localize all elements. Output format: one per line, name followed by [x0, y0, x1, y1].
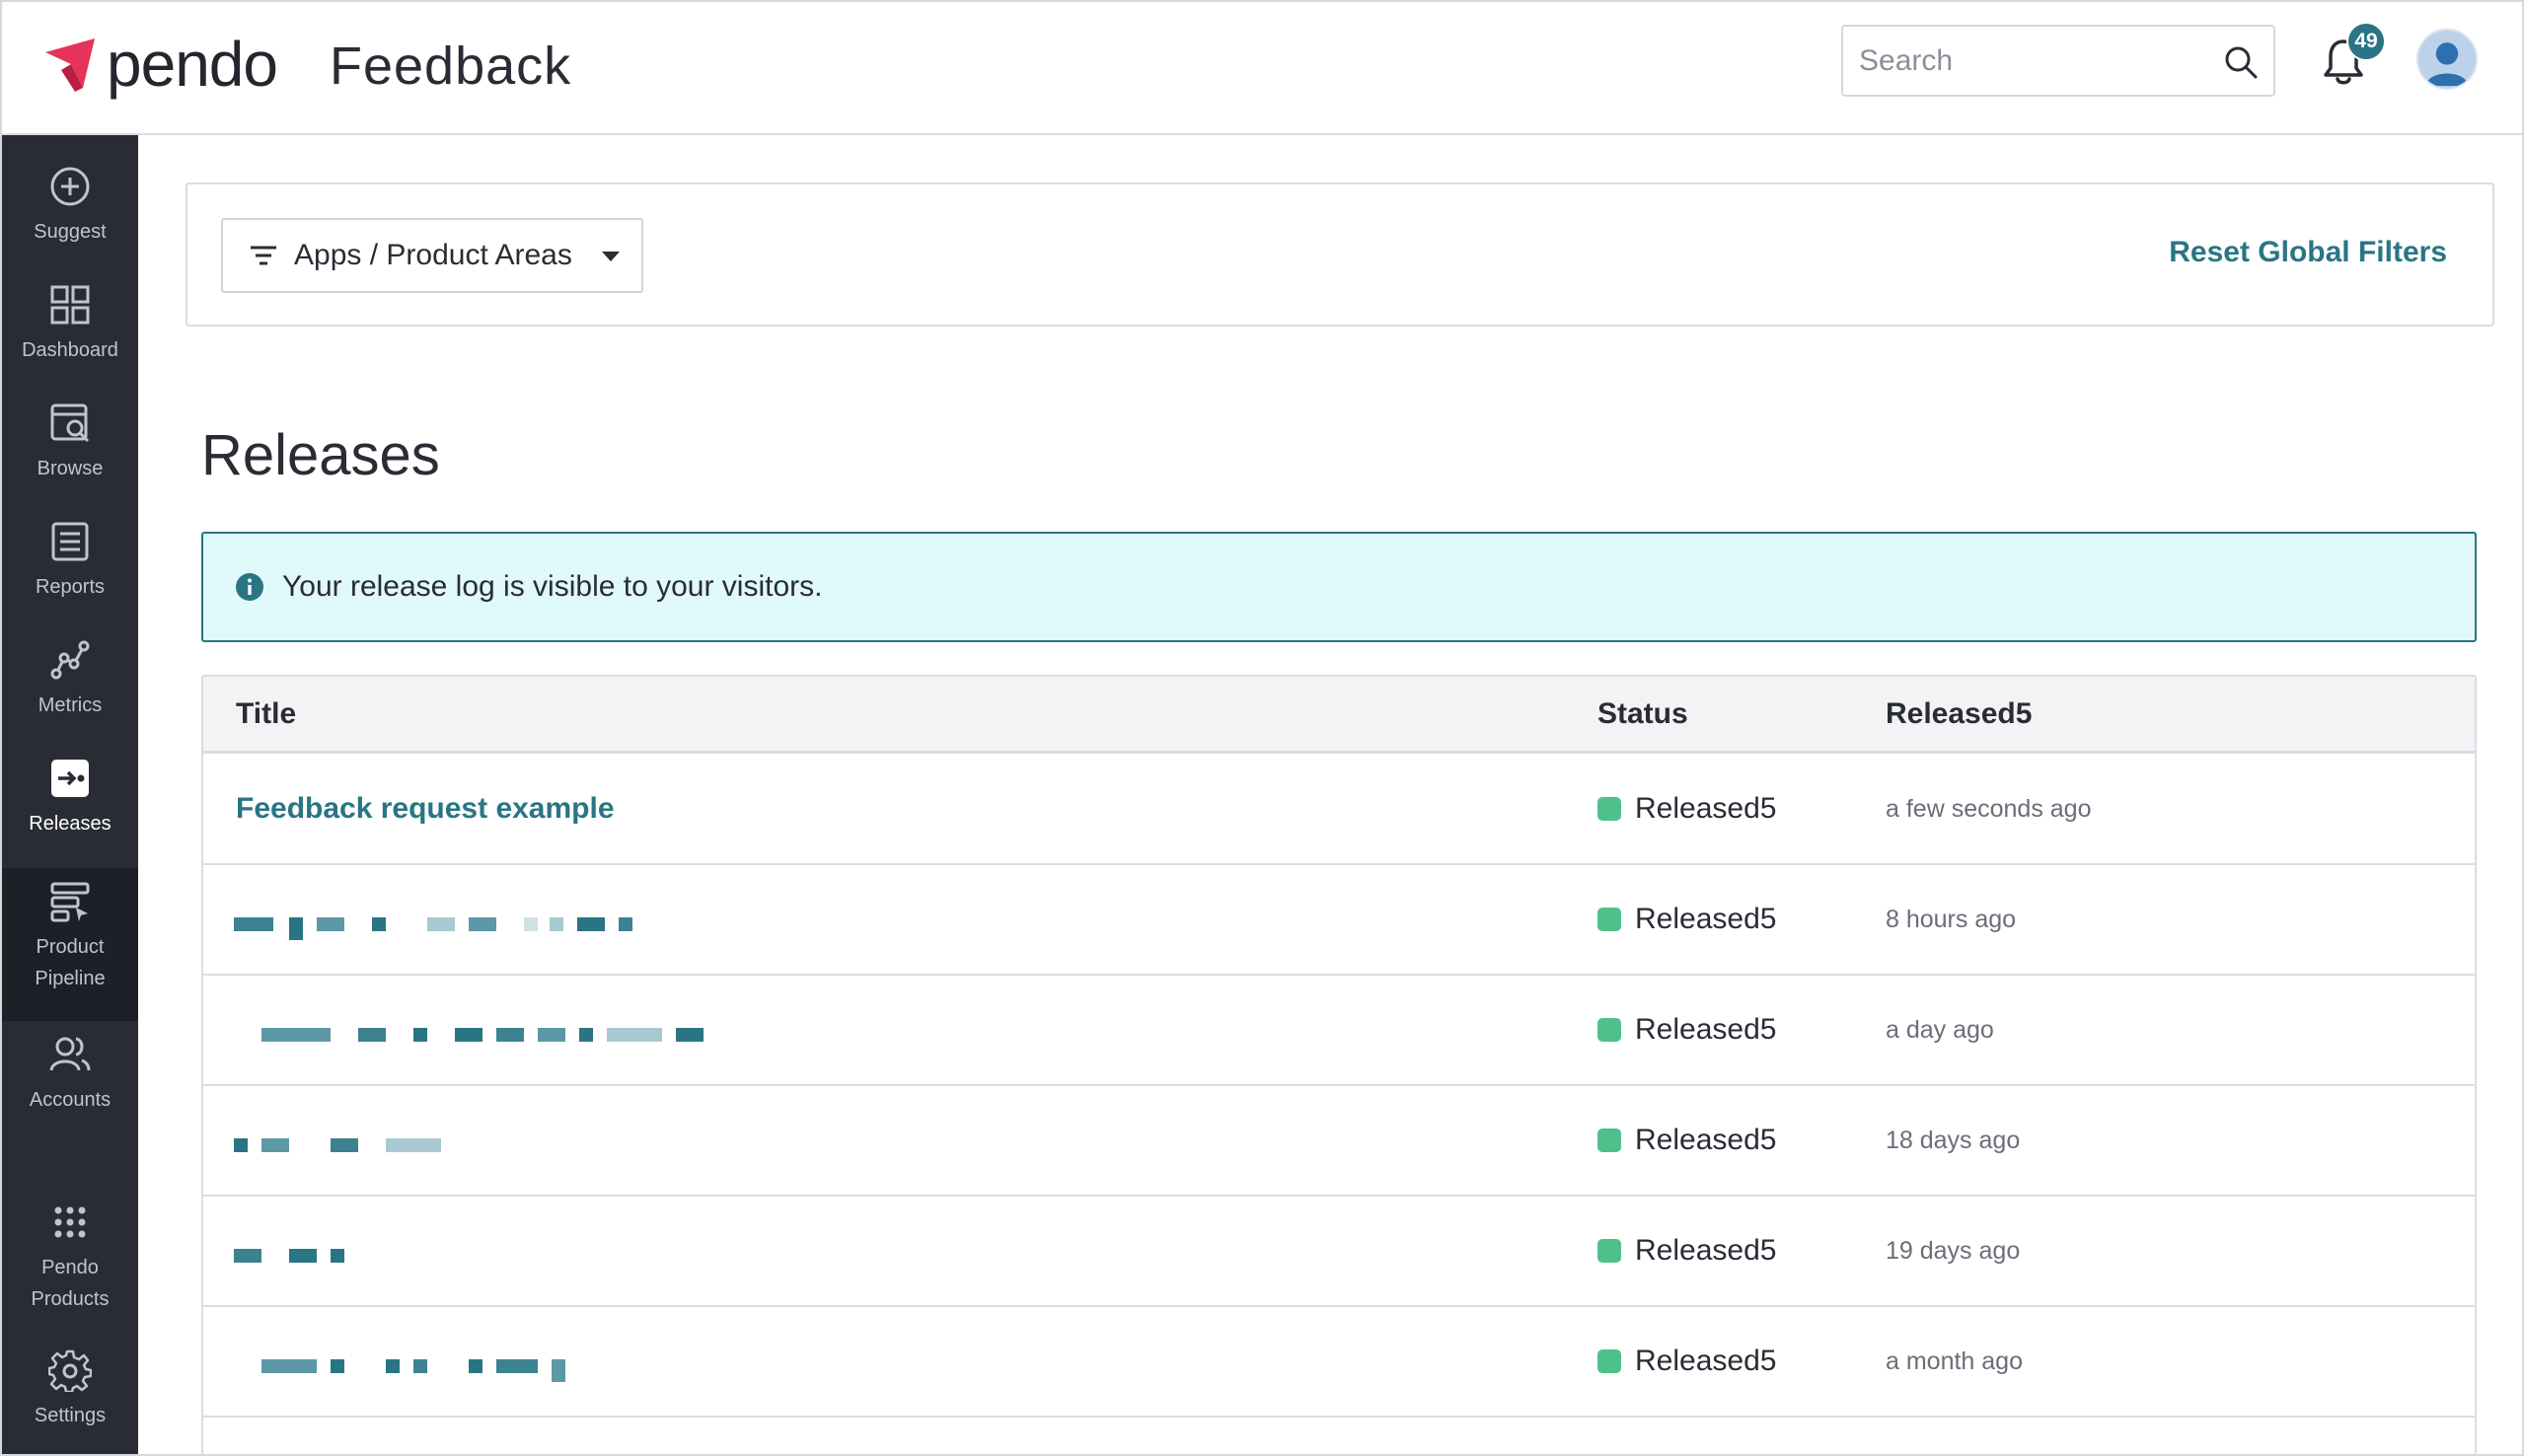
redacted-title[interactable] [234, 1015, 747, 1051]
apps-product-areas-dropdown[interactable]: Apps / Product Areas [221, 218, 643, 293]
table-row[interactable]: Released5 19 days ago [203, 1197, 2475, 1307]
status-dot-icon [1597, 1018, 1621, 1042]
sidebar-item-label: Products [31, 1288, 110, 1310]
sidebar-item-label: Product [36, 936, 105, 958]
status-cell: Released5 [1597, 1086, 1776, 1195]
top-header: pendo Feedback 49 [2, 2, 2522, 135]
pendo-logo-mark-icon [45, 38, 95, 92]
status-cell: Released5 [1597, 1197, 1776, 1305]
releases-icon [51, 760, 89, 797]
released-time: 18 days ago [1886, 1127, 2021, 1154]
redacted-title[interactable] [234, 1347, 747, 1382]
redacted-title[interactable] [234, 905, 747, 940]
sidebar-item-label: Settings [34, 1405, 107, 1426]
table-header: Title Status Released5 [203, 677, 2475, 754]
app-title: Feedback [330, 36, 572, 96]
page-title: Releases [201, 423, 440, 487]
grid-icon [50, 285, 90, 325]
metrics-icon [50, 640, 90, 680]
status-cell: Released5 [1597, 976, 1776, 1084]
released-time: 19 days ago [1886, 1237, 2021, 1265]
status-cell: Released5 [1597, 865, 1776, 974]
search-input[interactable] [1843, 27, 2273, 95]
accounts-icon [49, 1037, 91, 1071]
status-text: Released5 [1635, 1234, 1777, 1267]
sidebar-item-label: Releases [29, 813, 111, 835]
global-filters-bar: Apps / Product Areas Reset Global Filter… [186, 182, 2494, 327]
search-box [1841, 25, 2275, 97]
sidebar-item-product-pipeline[interactable]: Product Pipeline [2, 868, 138, 1021]
releases-table: Title Status Released5 Feedback request … [201, 675, 2477, 1454]
sidebar-item-label: Metrics [37, 694, 103, 716]
sidebar-item-label: Pipeline [35, 968, 106, 989]
sidebar-nav: Suggest Dashboard Browse Reports Metrics… [2, 135, 138, 1454]
sidebar-item-suggest[interactable]: Suggest [2, 165, 138, 248]
dropdown-label: Apps / Product Areas [294, 239, 572, 271]
released-time: a day ago [1886, 1016, 1994, 1044]
sidebar-item-pendo-products[interactable]: Pendo Products [2, 1201, 138, 1315]
status-text: Released5 [1635, 1124, 1777, 1156]
status-text: Released5 [1635, 1013, 1777, 1046]
table-row[interactable]: Feedback request example Released5 a few… [203, 755, 2475, 865]
pipeline-icon [50, 882, 90, 922]
search-icon[interactable] [2222, 43, 2260, 81]
status-dot-icon [1597, 1128, 1621, 1152]
app-window: pendo Feedback 49 [0, 0, 2524, 1456]
sidebar-item-reports[interactable]: Reports [2, 520, 138, 603]
info-icon [236, 573, 263, 601]
reset-global-filters-link[interactable]: Reset Global Filters [2169, 236, 2447, 269]
sidebar-item-label: Dashboard [22, 339, 118, 361]
status-dot-icon [1597, 1239, 1621, 1263]
apps-grid-icon [54, 1206, 86, 1238]
list-icon [51, 522, 89, 561]
sidebar-item-label: Reports [35, 576, 106, 598]
status-dot-icon [1597, 1349, 1621, 1373]
info-banner: Your release log is visible to your visi… [201, 532, 2477, 642]
status-dot-icon [1597, 797, 1621, 821]
released-time: a month ago [1886, 1347, 2023, 1375]
column-header-status[interactable]: Status [1597, 677, 1688, 752]
release-title-link[interactable]: Feedback request example [236, 755, 615, 863]
sidebar-item-metrics[interactable]: Metrics [2, 638, 138, 721]
table-row[interactable]: Released5 8 hours ago [203, 865, 2475, 976]
sidebar-item-accounts[interactable]: Accounts [2, 1033, 138, 1116]
table-row[interactable]: Released5 a day ago [203, 976, 2475, 1086]
table-row[interactable]: Released5 a month ago [203, 1307, 2475, 1418]
sidebar-item-label: Accounts [29, 1089, 111, 1111]
released-time: 8 hours ago [1886, 906, 2017, 933]
caret-down-icon [602, 252, 620, 261]
status-text: Released5 [1635, 903, 1777, 935]
column-header-released[interactable]: Released5 [1886, 677, 2032, 752]
filter-icon [251, 246, 276, 265]
table-row[interactable]: Released5 18 days ago [203, 1086, 2475, 1197]
user-avatar-icon [2425, 42, 2469, 87]
table-row[interactable] [203, 1418, 2475, 1454]
notification-count-badge: 49 [2346, 22, 2386, 61]
logo-wordmark: pendo [107, 29, 278, 100]
pendo-logo[interactable]: pendo [41, 29, 278, 100]
gear-icon [48, 1349, 92, 1392]
sidebar-item-label: Browse [37, 458, 104, 479]
sidebar-item-label: Pendo [41, 1257, 99, 1278]
sidebar-item-settings[interactable]: Settings [2, 1348, 138, 1431]
released-time: a few seconds ago [1886, 795, 2092, 823]
redacted-title[interactable] [234, 1126, 747, 1161]
sidebar-item-dashboard[interactable]: Dashboard [2, 283, 138, 366]
browse-icon [50, 403, 90, 443]
sidebar-item-releases[interactable]: Releases [2, 757, 138, 839]
banner-text: Your release log is visible to your visi… [282, 570, 823, 603]
sidebar-item-label: Suggest [34, 221, 107, 243]
plus-circle-icon [50, 167, 90, 206]
status-cell: Released5 [1597, 1307, 1776, 1416]
status-cell: Released5 [1597, 755, 1776, 863]
user-avatar[interactable] [2416, 29, 2478, 90]
redacted-title[interactable] [234, 1236, 747, 1272]
sidebar-item-browse[interactable]: Browse [2, 401, 138, 484]
status-text: Released5 [1635, 792, 1777, 825]
column-header-title[interactable]: Title [236, 677, 296, 752]
status-text: Released5 [1635, 1345, 1777, 1377]
status-dot-icon [1597, 908, 1621, 931]
